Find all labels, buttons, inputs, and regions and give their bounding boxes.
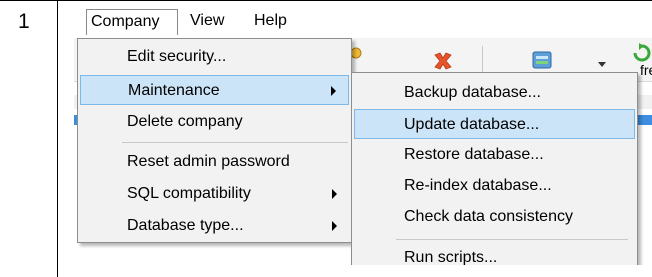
menu-item-reset-admin-password[interactable]: Reset admin password	[80, 147, 349, 177]
menu-separator	[122, 142, 348, 143]
menu-item-label: Edit security...	[127, 48, 227, 65]
application-screenshot: Company View Help fre Edit secur	[74, 5, 652, 265]
menu-item-label: SQL compatibility	[127, 185, 251, 202]
menu-item-label: Backup database...	[404, 84, 541, 101]
row-number: 1	[0, 1, 58, 277]
menu-view[interactable]: View	[190, 9, 224, 35]
menu-company[interactable]: Company	[86, 9, 178, 35]
menu-item-label: Update database...	[404, 116, 540, 133]
menu-item-maintenance[interactable]: Maintenance	[80, 75, 349, 105]
submenu-arrow-icon	[332, 189, 337, 199]
menu-separator	[396, 239, 628, 240]
menu-item-check-data-consistency[interactable]: Check data consistency	[354, 202, 635, 232]
menu-bar: Company View Help	[74, 5, 652, 38]
menu-item-delete-company[interactable]: Delete company	[80, 107, 349, 137]
menu-item-reindex-database[interactable]: Re-index database...	[354, 171, 635, 201]
menu-item-label: Delete company	[127, 113, 243, 130]
menu-item-label: Reset admin password	[127, 153, 290, 170]
menu-item-restore-database[interactable]: Restore database...	[354, 140, 635, 170]
menu-item-label: Check data consistency	[404, 208, 573, 225]
delete-icon[interactable]	[432, 50, 454, 72]
maintenance-submenu: Backup database... Update database... Re…	[351, 72, 638, 265]
menu-item-label: Maintenance	[128, 82, 220, 99]
menu-item-label: Database type...	[127, 217, 244, 234]
menu-item-backup-database[interactable]: Backup database...	[354, 78, 635, 108]
submenu-arrow-icon	[332, 221, 337, 231]
refresh-label: fre	[640, 62, 652, 78]
menu-item-database-type[interactable]: Database type...	[80, 211, 349, 241]
menu-item-label: Re-index database...	[404, 177, 552, 194]
menu-item-update-database[interactable]: Update database...	[354, 109, 635, 139]
menu-item-label: Run scripts...	[404, 249, 498, 265]
refresh-icon[interactable]	[632, 43, 652, 63]
menu-item-sql-compatibility[interactable]: SQL compatibility	[80, 179, 349, 209]
menu-help[interactable]: Help	[254, 9, 287, 35]
submenu-arrow-icon	[331, 86, 336, 96]
menu-item-run-scripts[interactable]: Run scripts...	[354, 243, 635, 265]
dropdown-arrow-icon[interactable]	[598, 62, 606, 68]
menu-item-edit-security[interactable]: Edit security...	[80, 42, 349, 72]
database-icon[interactable]	[530, 49, 554, 71]
company-dropdown-menu: Edit security... Maintenance Delete comp…	[77, 38, 352, 243]
menu-item-label: Restore database...	[404, 146, 544, 163]
